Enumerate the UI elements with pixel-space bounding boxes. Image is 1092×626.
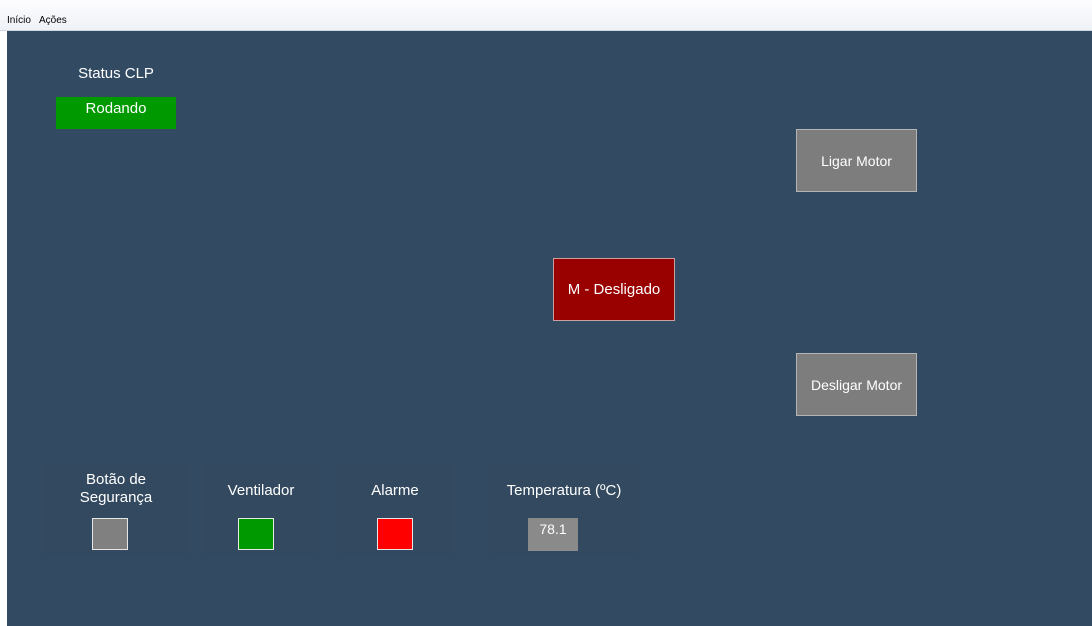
ventilador-block: Ventilador	[203, 463, 319, 555]
desligar-motor-button[interactable]: Desligar Motor	[796, 353, 917, 416]
botao-seguranca-label-line1: Botão de	[85, 471, 147, 488]
alarme-label: Alarme	[371, 482, 419, 499]
alarme-light	[377, 518, 413, 550]
ventilador-label: Ventilador	[227, 482, 295, 499]
menu-item-inicio[interactable]: Início	[7, 15, 31, 27]
alarme-block: Alarme	[337, 463, 453, 555]
status-clp-block: Status CLP Rodando	[56, 57, 176, 129]
botao-seguranca-block: Botão de Segurança	[43, 463, 189, 555]
botao-seguranca-label: Botão de Segurança	[43, 471, 189, 507]
menu-item-acoes[interactable]: Ações	[39, 15, 67, 27]
botao-seguranca-label-line2: Segurança	[79, 489, 153, 506]
motor-state-indicator: M - Desligado	[553, 258, 675, 321]
menu-bar: Início Ações	[0, 0, 1092, 31]
status-clp-value: Rodando	[56, 97, 176, 129]
temperatura-value: 78.1	[528, 518, 578, 551]
temperatura-label: Temperatura (ºC)	[506, 482, 622, 499]
hmi-panel: Status CLP Rodando Ligar Motor M - Desli…	[7, 31, 1092, 626]
botao-seguranca-light	[92, 518, 128, 550]
ventilador-light	[238, 518, 274, 550]
ligar-motor-button[interactable]: Ligar Motor	[796, 129, 917, 192]
status-clp-title: Status CLP	[78, 65, 154, 82]
